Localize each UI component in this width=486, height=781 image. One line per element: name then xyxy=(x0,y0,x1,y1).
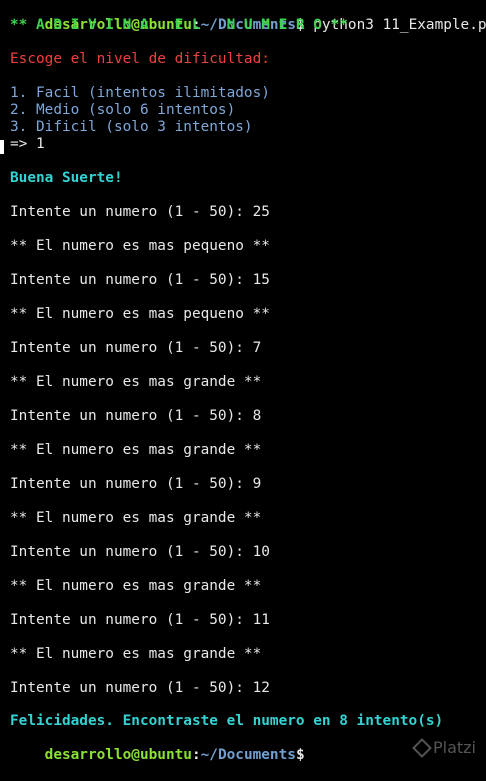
watermark-text: Platzi xyxy=(432,738,476,757)
option-hard: 3. Dificil (solo 3 intentos) xyxy=(10,119,253,135)
hint-line: ** El numero es mas pequeno ** xyxy=(10,238,270,254)
option-medium: 2. Medio (solo 6 intentos) xyxy=(10,102,236,118)
guess-line: Intente un numero (1 - 50): 8 xyxy=(10,408,261,425)
terminal-output[interactable]: desarrollo@ubuntu:~/Documents$ python3 1… xyxy=(10,0,486,763)
guess-line: Intente un numero (1 - 50): 12 xyxy=(10,680,270,697)
prompt-line-start: desarrollo@ubuntu:~/Documents$ python3 1… xyxy=(10,0,486,33)
option-easy: 1. Facil (intentos ilimitados) xyxy=(10,85,270,101)
guess-value: 15 xyxy=(252,272,270,288)
attempt-prompt: Intente un numero (1 - 50): xyxy=(10,544,253,560)
guess-value: 11 xyxy=(252,612,270,628)
success-message: Felicidades. Encontraste el numero en 8 … xyxy=(10,713,444,729)
attempt-prompt: Intente un numero (1 - 50): xyxy=(10,680,253,696)
attempt-prompt: Intente un numero (1 - 50): xyxy=(10,340,253,356)
guess-value: 7 xyxy=(252,340,262,356)
guess-line: Intente un numero (1 - 50): 7 xyxy=(10,340,261,357)
guess-line: Intente un numero (1 - 50): 10 xyxy=(10,544,270,561)
attempt-prompt: Intente un numero (1 - 50): xyxy=(10,272,253,288)
guess-line: Intente un numero (1 - 50): 15 xyxy=(10,272,270,289)
platzi-watermark: Platzi xyxy=(412,737,476,758)
prompt-path: ~/Documents xyxy=(200,747,296,763)
guess-value: 9 xyxy=(252,476,262,492)
prompt-user-host: desarrollo@ubuntu xyxy=(44,747,192,763)
guess-line: Intente un numero (1 - 50): 25 xyxy=(10,204,270,221)
guess-line: Intente un numero (1 - 50): 9 xyxy=(10,476,261,493)
attempt-prompt: Intente un numero (1 - 50): xyxy=(10,612,253,628)
difficulty-selection: => 1 xyxy=(10,136,45,152)
guess-value: 10 xyxy=(252,544,270,560)
attempt-prompt: Intente un numero (1 - 50): xyxy=(10,408,253,424)
prompt-colon: : xyxy=(191,747,201,763)
hint-line: ** El numero es mas grande ** xyxy=(10,646,262,662)
platzi-logo-icon xyxy=(412,737,432,758)
guess-line: Intente un numero (1 - 50): 11 xyxy=(10,612,270,629)
attempt-prompt: Intente un numero (1 - 50): xyxy=(10,204,253,220)
good-luck-message: Buena Suerte! xyxy=(10,170,123,186)
hint-line: ** El numero es mas grande ** xyxy=(10,510,262,526)
prompt-dollar: $ xyxy=(295,747,305,763)
prompt-line-end[interactable]: desarrollo@ubuntu:~/Documents$ xyxy=(10,730,305,763)
hint-line: ** El numero es mas grande ** xyxy=(10,374,262,390)
hint-line: ** El numero es mas grande ** xyxy=(10,578,262,594)
guess-value: 8 xyxy=(252,408,262,424)
hint-line: ** El numero es mas pequeno ** xyxy=(10,306,270,322)
guess-value: 25 xyxy=(252,204,270,220)
scroll-position-marker xyxy=(0,140,4,154)
guess-value: 12 xyxy=(252,680,270,696)
difficulty-prompt: Escoge el nivel de dificultad: xyxy=(10,51,270,67)
hint-line: ** El numero es mas grande ** xyxy=(10,442,262,458)
game-title: ** A D I V I N A E L N U M E R O ** xyxy=(10,17,348,33)
attempt-prompt: Intente un numero (1 - 50): xyxy=(10,476,253,492)
